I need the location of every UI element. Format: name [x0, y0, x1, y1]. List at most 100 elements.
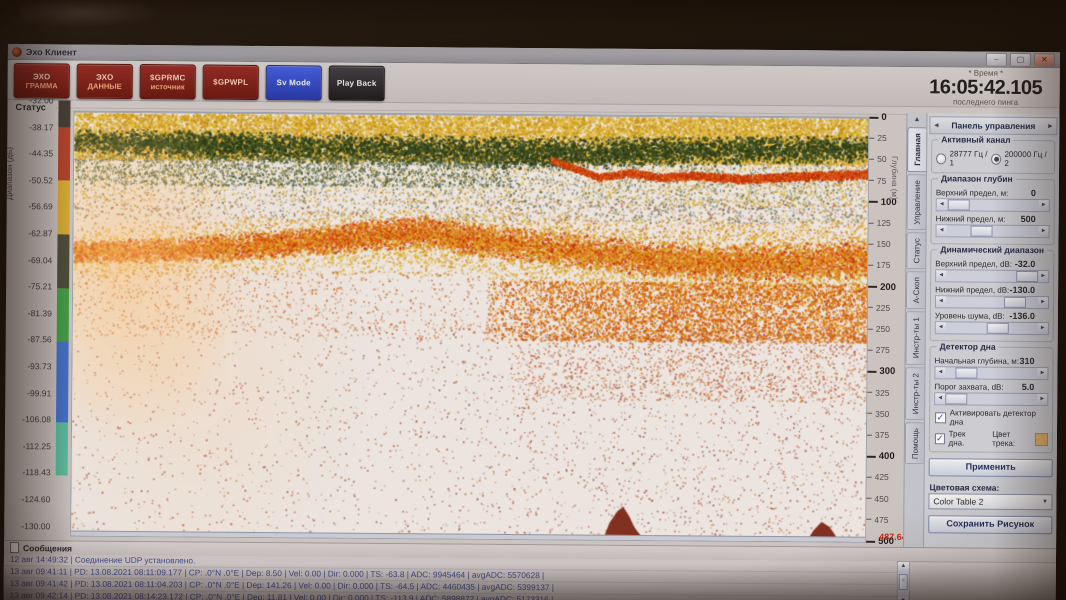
- slider-label: Порог захвата, dB:: [934, 382, 1003, 392]
- db-axis-labels: -32.00-38.17-44.35-50.52-56.69-62.87-69.…: [12, 110, 55, 534]
- slider-track[interactable]: [946, 296, 1038, 308]
- slider-right-arrow-icon[interactable]: ►: [1038, 323, 1048, 334]
- depth-tick-mark: [868, 243, 873, 244]
- tab-Статус[interactable]: Статус: [906, 232, 925, 269]
- close-button[interactable]: ✕: [1034, 53, 1055, 67]
- db-tick-label: -56.69: [29, 202, 53, 212]
- slider[interactable]: ◄►: [936, 198, 1050, 212]
- scroll-thumb[interactable]: ≡: [899, 574, 908, 590]
- slider-left-arrow-icon[interactable]: ◄: [936, 322, 946, 333]
- group-dynamic-range: Динамический диапазон Верхний предел, dB…: [930, 249, 1055, 342]
- slider-left-arrow-icon[interactable]: ◄: [936, 270, 946, 281]
- slider-track[interactable]: [947, 225, 1039, 237]
- depth-tick-label: 25: [877, 133, 887, 143]
- tab-Инстр-ты 1[interactable]: Инстр-ты 1: [906, 312, 925, 365]
- slider[interactable]: ◄►: [936, 224, 1050, 238]
- group-depth-range: Диапазон глубин Верхний предел, м:0◄►Ниж…: [930, 178, 1055, 245]
- slider-value: 310: [1019, 356, 1034, 366]
- scroll-up-icon[interactable]: ▲: [898, 562, 909, 572]
- db-tick-label: -112.25: [23, 441, 51, 451]
- slider-thumb[interactable]: [956, 367, 978, 378]
- checkbox-activate-detector[interactable]: ✓: [935, 412, 946, 423]
- tab-A-Скоп[interactable]: A-Скоп: [906, 271, 925, 309]
- bottom-track-row: ✓Трек дна.Цвет трека:: [935, 429, 1048, 448]
- panel-collapse-icon[interactable]: ▲: [907, 113, 926, 127]
- slider-track[interactable]: [946, 270, 1038, 282]
- slider-track[interactable]: [945, 367, 1037, 379]
- color-scheme-dropdown[interactable]: Color Table 2 ▼: [928, 493, 1052, 510]
- save-picture-button[interactable]: Сохранить Рисунок: [928, 515, 1052, 534]
- slider-track[interactable]: [946, 322, 1038, 334]
- slider[interactable]: ◄►: [935, 269, 1049, 283]
- app-icon: [12, 47, 22, 57]
- slider-right-arrow-icon[interactable]: ►: [1038, 297, 1048, 308]
- depth-tick: 250: [868, 324, 890, 334]
- tab-Инстр-ты 2[interactable]: Инстр-ты 2: [905, 367, 924, 420]
- db-tick-label: -50.52: [29, 175, 53, 185]
- toolbar-button-echodata[interactable]: ЭХОДАННЫЕ: [77, 64, 133, 99]
- slider-left-arrow-icon[interactable]: ◄: [935, 367, 945, 378]
- slider-right-arrow-icon[interactable]: ►: [1037, 368, 1047, 379]
- camera-glare: [20, 0, 240, 40]
- slider-thumb[interactable]: [948, 199, 970, 210]
- slider[interactable]: ◄►: [934, 392, 1048, 406]
- depth-tick-mark: [869, 180, 874, 181]
- slider-value: 0: [1031, 188, 1036, 198]
- toolbar-button-gprmc[interactable]: $GPRMCисточник: [140, 64, 196, 99]
- slider-thumb[interactable]: [945, 393, 967, 404]
- depth-tick: 200: [868, 281, 896, 292]
- toolbar-button-echogram[interactable]: ЭХОГРАММА: [14, 63, 70, 98]
- channel-radio[interactable]: 28777 Гц / 1: [936, 149, 991, 167]
- slider-thumb[interactable]: [970, 226, 992, 237]
- slider-thumb[interactable]: [986, 323, 1008, 334]
- slider[interactable]: ◄►: [935, 321, 1049, 335]
- tab-Главная[interactable]: Главная: [907, 127, 926, 172]
- apply-button[interactable]: Применить: [929, 458, 1053, 477]
- tab-Управление[interactable]: Управление: [907, 174, 926, 231]
- slider[interactable]: ◄►: [934, 366, 1048, 380]
- echogram-canvas[interactable]: [71, 112, 868, 542]
- slider-row: Нижний предел, м:500◄►: [936, 213, 1050, 238]
- slider-left-arrow-icon[interactable]: ◄: [936, 296, 946, 307]
- tab-Помощь[interactable]: Помощь: [905, 422, 924, 465]
- depth-tick-label: 275: [876, 345, 890, 355]
- depth-tick-mark: [867, 455, 876, 457]
- slider-left-arrow-icon[interactable]: ◄: [935, 393, 945, 404]
- radio-icon: [936, 153, 946, 164]
- toolbar-button-gpwpl[interactable]: $GPWPL: [203, 65, 259, 100]
- maximize-button[interactable]: ▢: [1010, 52, 1031, 66]
- depth-tick-mark: [866, 498, 871, 499]
- tab-label: A-Скоп: [911, 272, 920, 308]
- depth-tick-mark: [867, 434, 872, 435]
- log-scrollbar[interactable]: ▲ ≡ ▼: [897, 561, 910, 600]
- slider-row: Уровень шума, dB:-136.0◄►: [935, 310, 1049, 335]
- slider-right-arrow-icon[interactable]: ►: [1039, 200, 1049, 211]
- depth-tick: 325: [867, 387, 889, 397]
- checkbox-bottom-track[interactable]: ✓: [935, 433, 945, 444]
- toolbar-button-sv-mode[interactable]: Sv Mode: [266, 65, 322, 100]
- slider-row: Начальная глубина, м:310◄►: [934, 355, 1048, 380]
- slider-right-arrow-icon[interactable]: ►: [1039, 226, 1049, 237]
- echogram-area[interactable]: [70, 111, 869, 543]
- panel-scroll-left-icon[interactable]: ◄: [930, 122, 942, 129]
- db-tick-label: -106.08: [22, 414, 51, 424]
- channel-radio[interactable]: 200000 Гц / 2: [991, 150, 1050, 168]
- depth-tick-mark: [868, 265, 873, 266]
- slider-left-arrow-icon[interactable]: ◄: [937, 225, 947, 236]
- minimize-button[interactable]: –: [986, 52, 1007, 66]
- slider[interactable]: ◄►: [935, 295, 1049, 309]
- depth-tick-mark: [867, 413, 872, 414]
- slider-right-arrow-icon[interactable]: ►: [1037, 394, 1047, 405]
- slider-track[interactable]: [947, 199, 1039, 211]
- track-color-swatch[interactable]: [1035, 433, 1048, 446]
- slider-right-arrow-icon[interactable]: ►: [1038, 271, 1048, 282]
- slider-thumb[interactable]: [1004, 297, 1026, 308]
- slider-left-arrow-icon[interactable]: ◄: [937, 199, 947, 210]
- panel-scroll-right-icon[interactable]: ►: [1044, 123, 1056, 130]
- db-tick-label: -93.73: [27, 361, 51, 371]
- slider-label: Начальная глубина, м:: [935, 356, 1020, 366]
- slider-track[interactable]: [945, 393, 1037, 405]
- slider-thumb[interactable]: [1016, 271, 1038, 282]
- toolbar-button-play-back[interactable]: Play Back: [329, 66, 385, 101]
- depth-tick: 300: [867, 366, 895, 377]
